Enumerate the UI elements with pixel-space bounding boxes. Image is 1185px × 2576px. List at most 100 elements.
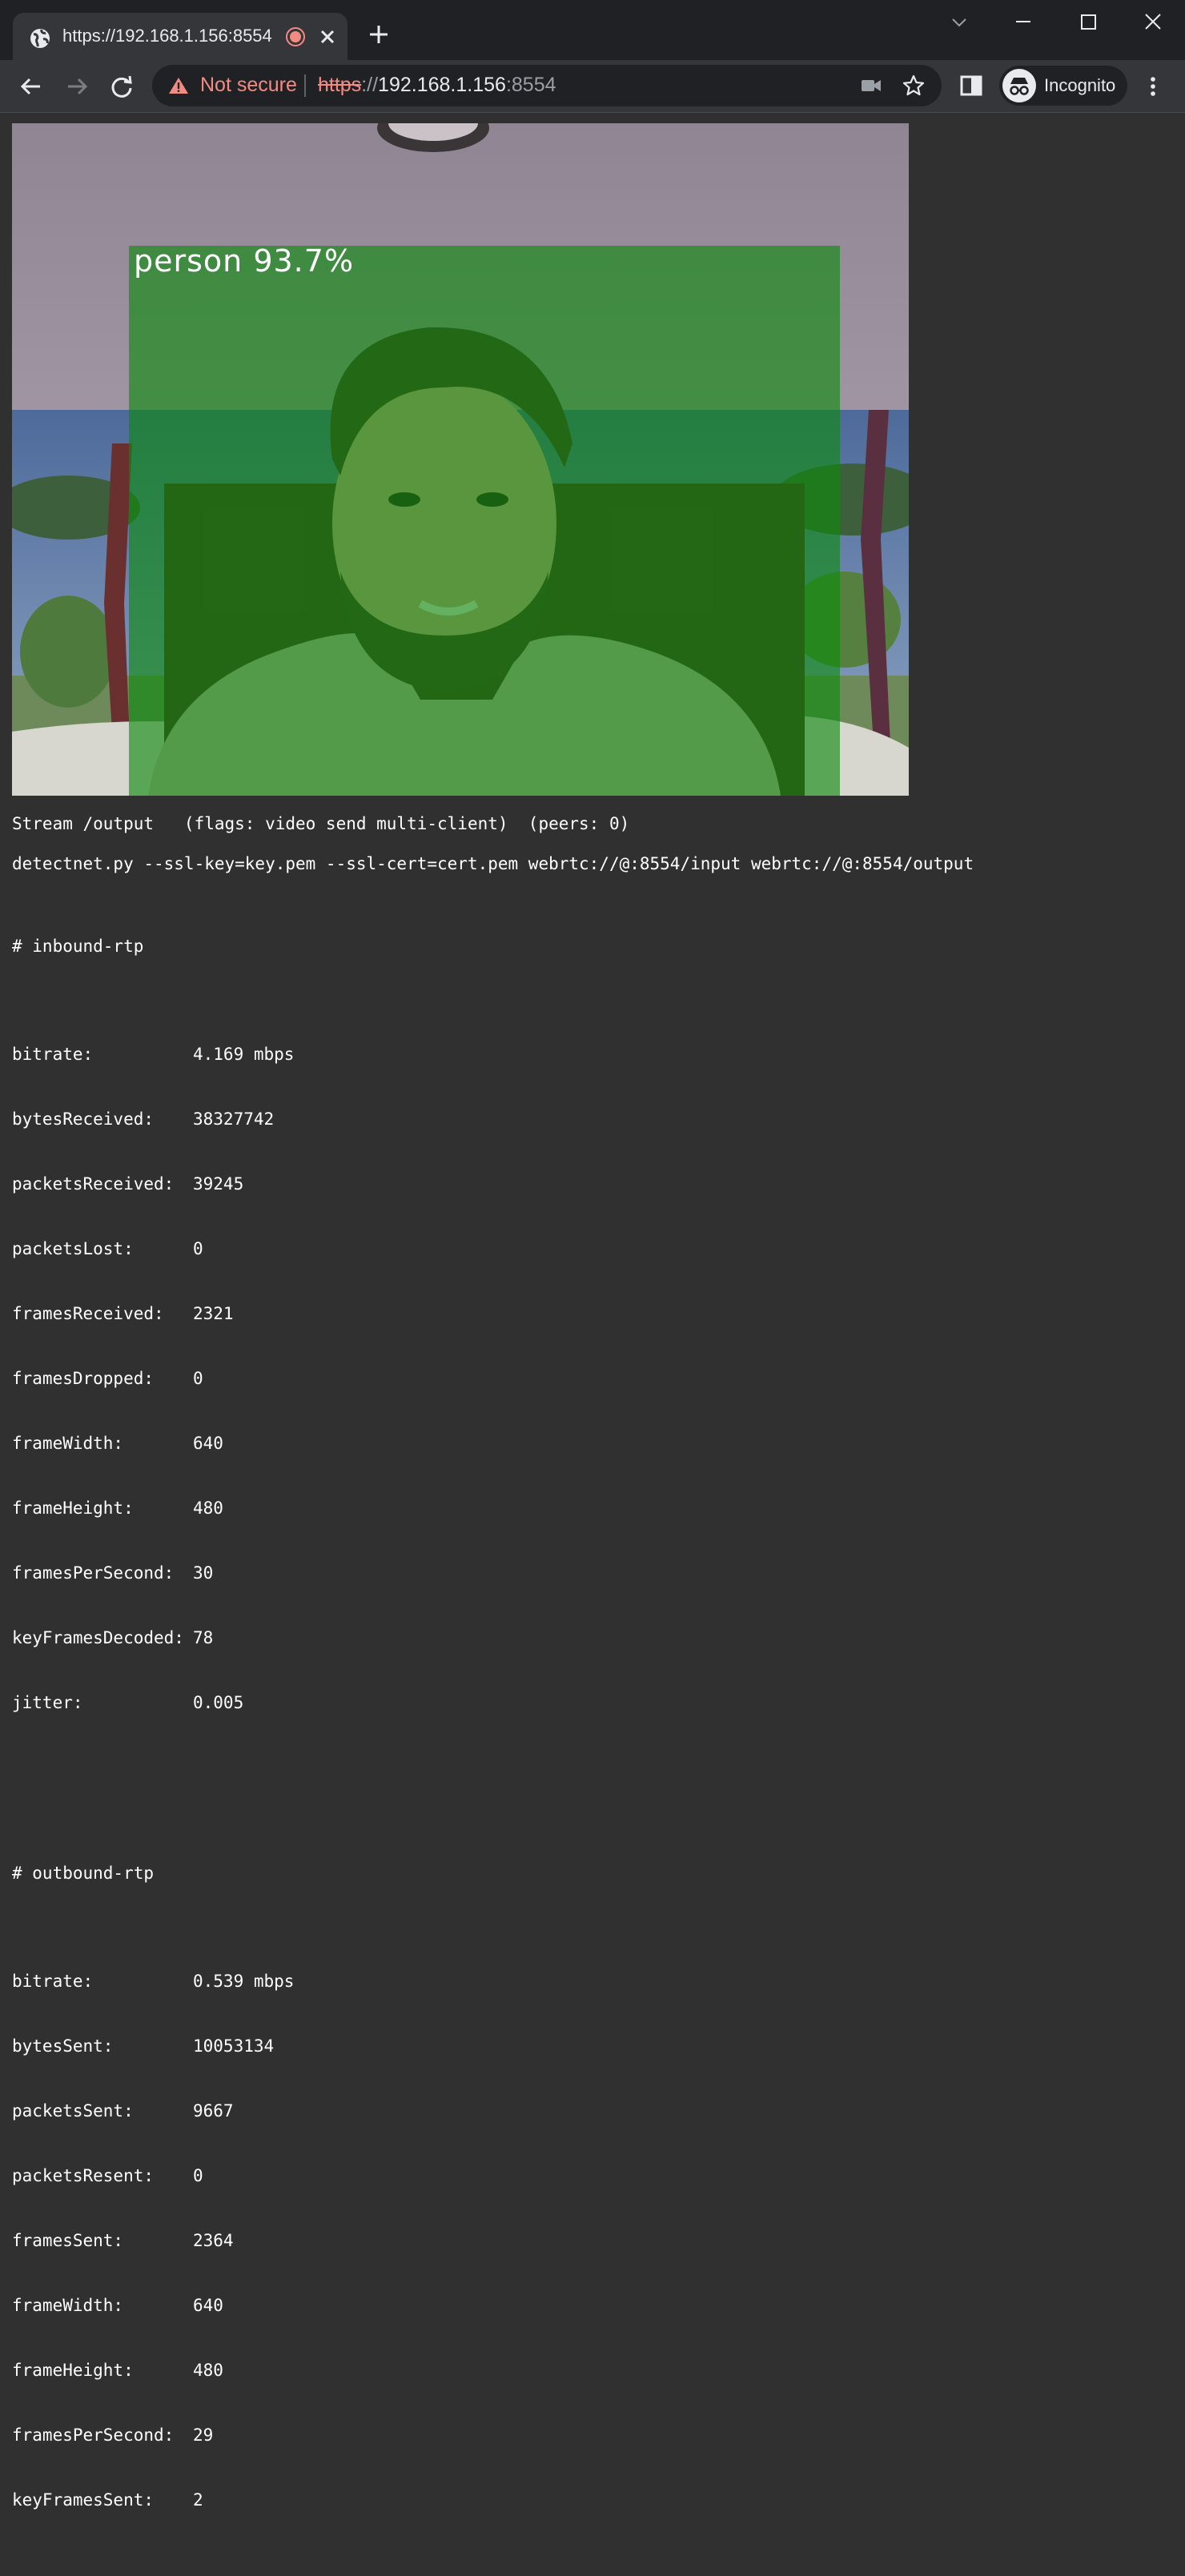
back-arrow-icon[interactable]	[18, 73, 45, 100]
stat-key: packetsLost:	[12, 1239, 134, 1258]
not-secure-label[interactable]: Not secure	[200, 74, 297, 97]
stat-row: framesPerSecond: 30	[12, 1563, 294, 1584]
detection-label: person 93.7%	[134, 243, 355, 279]
tab-title: https://192.168.1.156:8554	[62, 26, 272, 46]
inbound-header: # inbound-rtp	[12, 936, 294, 957]
warning-icon[interactable]	[168, 76, 189, 95]
side-panel-icon[interactable]	[959, 74, 983, 98]
new-tab-icon[interactable]	[367, 22, 391, 46]
stat-key: packetsResent:	[12, 2166, 155, 2185]
stat-row: bytesReceived: 38327742	[12, 1109, 294, 1130]
command-line: detectnet.py --ssl-key=key.pem --ssl-cer…	[12, 854, 974, 873]
stat-row: bitrate: 0.539 mbps	[12, 1971, 294, 1992]
stat-value: 39245	[193, 1174, 244, 1194]
tab-strip: https://192.168.1.156:8554	[0, 0, 1185, 60]
incognito-icon	[1002, 69, 1036, 102]
stat-value: 9667	[193, 2101, 234, 2121]
more-menu-icon[interactable]	[1145, 74, 1161, 98]
forward-arrow-icon[interactable]	[63, 73, 90, 100]
url-host: 192.168.1.156	[378, 74, 506, 96]
video-stream: person 93.7%	[12, 123, 909, 796]
stream-status: Stream /output (flags: video send multi-…	[12, 814, 630, 833]
stat-value: 78	[193, 1628, 214, 1647]
stat-key: bitrate:	[12, 1972, 94, 1991]
url-scheme: https	[318, 74, 362, 96]
window-close-icon[interactable]	[1136, 8, 1168, 37]
stat-value: 640	[193, 2296, 223, 2315]
outbound-header: # outbound-rtp	[12, 1863, 294, 1884]
stat-key: bytesSent:	[12, 2036, 114, 2056]
stat-value: 30	[193, 1563, 214, 1583]
stat-key: framesReceived:	[12, 1304, 164, 1323]
browser-tab[interactable]: https://192.168.1.156:8554	[13, 13, 347, 60]
outbound-header-label: # outbound-rtp	[12, 1864, 155, 1883]
stat-value: 0	[193, 1239, 203, 1258]
stat-row: framesSent: 2364	[12, 2230, 294, 2252]
incognito-label: Incognito	[1044, 75, 1116, 95]
maximize-icon[interactable]	[1072, 8, 1104, 37]
stat-key: frameWidth:	[12, 1434, 124, 1453]
stat-row: framesDropped: 0	[12, 1368, 294, 1390]
stat-value: 2	[193, 2490, 203, 2510]
globe-icon	[30, 29, 50, 48]
minimize-icon[interactable]	[1007, 8, 1039, 37]
camera-icon[interactable]	[860, 75, 882, 96]
url-separator: ://	[361, 74, 379, 96]
divider	[304, 74, 306, 97]
stat-row: packetsReceived: 39245	[12, 1174, 294, 1195]
stat-key: frameHeight:	[12, 2361, 134, 2380]
stat-row: keyFramesDecoded: 78	[12, 1627, 294, 1649]
inbound-header-label: # inbound-rtp	[12, 937, 144, 956]
stat-row: frameWidth: 640	[12, 1433, 294, 1455]
stat-row: keyFramesSent: 2	[12, 2490, 294, 2511]
url-text[interactable]: https://192.168.1.156:8554	[318, 74, 556, 97]
stat-row: frameHeight: 480	[12, 1498, 294, 1519]
stat-key: bytesReceived:	[12, 1109, 155, 1129]
stat-row: packetsLost: 0	[12, 1238, 294, 1260]
browser-toolbar: Not secure https://192.168.1.156:8554 In…	[0, 60, 1185, 113]
close-tab-icon[interactable]	[319, 28, 336, 46]
stat-key: frameWidth:	[12, 2296, 124, 2315]
reload-icon[interactable]	[108, 73, 135, 100]
stat-key: framesPerSecond:	[12, 2426, 175, 2445]
stat-key: framesSent:	[12, 2231, 124, 2250]
stat-key: keyFramesSent:	[12, 2490, 155, 2510]
stat-value: 0.005	[193, 1693, 244, 1712]
stat-value: 2364	[193, 2231, 234, 2250]
stat-value: 4.169 mbps	[193, 1045, 295, 1064]
stat-key: framesPerSecond:	[12, 1563, 175, 1583]
stat-row: framesPerSecond: 29	[12, 2425, 294, 2446]
stat-key: keyFramesDecoded:	[12, 1628, 184, 1647]
inbound-stats-list: bitrate: 4.169 mbps bytesReceived: 3832774…	[12, 1001, 294, 1757]
url-port: :8554	[505, 74, 556, 96]
stat-key: jitter:	[12, 1693, 83, 1712]
stat-value: 0.539 mbps	[193, 1972, 295, 1991]
stat-value: 480	[193, 2361, 223, 2380]
stat-row: frameWidth: 640	[12, 2295, 294, 2317]
outbound-stats-list: bitrate: 0.539 mbps bytesSent: 10053134 pa…	[12, 1928, 294, 2554]
stat-row: framesReceived: 2321	[12, 1303, 294, 1325]
stat-value: 2321	[193, 1304, 234, 1323]
stat-value: 29	[193, 2426, 214, 2445]
stat-key: packetsSent:	[12, 2101, 134, 2121]
stat-value: 480	[193, 1499, 223, 1518]
tab-search-chevron-icon[interactable]	[943, 8, 975, 37]
stat-value: 0	[193, 1369, 203, 1388]
stat-row: packetsSent: 9667	[12, 2101, 294, 2122]
stat-value: 10053134	[193, 2036, 275, 2056]
stat-row: jitter: 0.005	[12, 1692, 294, 1714]
address-bar[interactable]: Not secure https://192.168.1.156:8554	[152, 65, 942, 106]
video-frame	[12, 123, 909, 796]
stat-key: packetsReceived:	[12, 1174, 175, 1194]
incognito-profile-button[interactable]: Incognito	[999, 66, 1127, 106]
recording-icon	[286, 27, 305, 46]
stat-key: bitrate:	[12, 1045, 94, 1064]
stat-row: frameHeight: 480	[12, 2360, 294, 2381]
stat-row: packetsResent: 0	[12, 2165, 294, 2187]
stat-key: frameHeight:	[12, 1499, 134, 1518]
bookmark-star-icon[interactable]	[902, 74, 926, 98]
stat-key: framesDropped:	[12, 1369, 155, 1388]
stat-value: 0	[193, 2166, 203, 2185]
stat-row: bitrate: 4.169 mbps	[12, 1044, 294, 1065]
